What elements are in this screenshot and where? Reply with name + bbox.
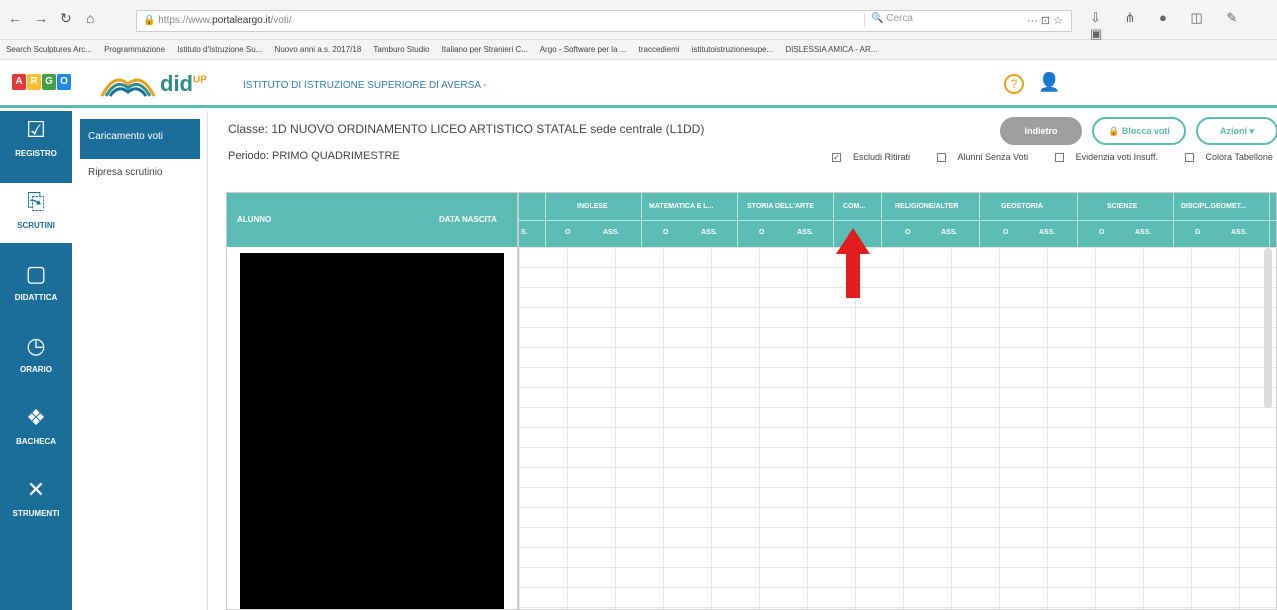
- subject-header[interactable]: MATEMATICA E L...: [649, 203, 713, 210]
- lock-icon: 🔒: [143, 15, 159, 26]
- main-sidebar: ☑ REGISTRO ⎘ SCRUTINI ▢ DIDATTICA ◷ ORAR…: [0, 111, 72, 610]
- subject-header[interactable]: STORIA DELL'ARTE: [747, 203, 814, 210]
- forward-icon[interactable]: →: [34, 10, 48, 26]
- tools-icon: ✕: [26, 477, 46, 502]
- app-name: didUP: [160, 71, 207, 96]
- help-icon[interactable]: ?: [1004, 74, 1024, 94]
- home-icon[interactable]: ⌂: [86, 10, 94, 26]
- subject-header[interactable]: DISCIPL.GEOMET...: [1181, 203, 1246, 210]
- toolbar-extension-icons[interactable]: ⇩ ⋔ ● ◫ ✎ ▣: [1090, 10, 1277, 42]
- sidebar-item-registro[interactable]: ☑ REGISTRO: [0, 111, 72, 171]
- bulletin-icon: ❖: [26, 405, 46, 430]
- table-header-left: ALUNNO DATA NASCITA: [227, 193, 517, 247]
- red-arrow-annotation: [836, 228, 870, 298]
- browser-toolbar: ← → ↻ ⌂ 🔒 https://www.portaleargo.it/vot…: [0, 0, 1277, 42]
- school-name: ISTITUTO DI ISTRUZIONE SUPERIORE DI AVER…: [243, 80, 487, 91]
- document-icon: ⎘: [27, 189, 45, 214]
- bookmark[interactable]: Italiano per Stranieri C...: [442, 45, 528, 54]
- didup-logo: didUP: [100, 68, 207, 100]
- sidebar-item-scrutini[interactable]: ⎘ SCRUTINI: [0, 183, 72, 243]
- bookmark[interactable]: Programmazione: [104, 45, 165, 54]
- column-header-data-nascita[interactable]: DATA NASCITA: [439, 215, 497, 224]
- user-icon[interactable]: 👤: [1038, 72, 1060, 93]
- bookmark[interactable]: Istituto d'Istruzione Su...: [177, 45, 262, 54]
- grades-grid-body[interactable]: [519, 247, 1276, 609]
- bookmark[interactable]: DISLESSIA AMICA - AR...: [785, 45, 877, 54]
- column-header-alunno[interactable]: ALUNNO: [237, 215, 271, 224]
- checkbox-evidenzia-insuff[interactable]: Evidenzia voti Insuff.: [1054, 152, 1170, 163]
- sidebar-item-bacheca[interactable]: ❖ BACHECA: [0, 399, 72, 459]
- scrutini-subnav: Caricamento voti Ripresa scrutinio: [72, 111, 208, 610]
- bookmark[interactable]: Tamburo Studio: [373, 45, 429, 54]
- table-header-subjects: S. INGLESE MATEMATICA E L... STORIA DELL…: [519, 193, 1276, 247]
- sidebar-item-strumenti[interactable]: ✕ STRUMENTI: [0, 471, 72, 531]
- lock-grades-button[interactable]: 🔒 Blocca voti: [1092, 117, 1186, 145]
- class-info: Classe: 1D NUOVO ORDINAMENTO LICEO ARTIS…: [228, 122, 705, 136]
- reload-icon[interactable]: ↻: [60, 10, 72, 27]
- grades-table: ALUNNO DATA NASCITA S. INGLESE MATEMATIC…: [226, 192, 1277, 610]
- subnav-item-ripresa-scrutinio[interactable]: Ripresa scrutinio: [88, 167, 162, 178]
- browser-search-input[interactable]: 🔍 Cerca: [864, 13, 1070, 27]
- bookmarks-bar: Search Sculptures Arc... Programmazione …: [0, 40, 1277, 60]
- period-info: Periodo: PRIMO QUADRIMESTRE: [228, 150, 400, 162]
- checklist-icon: ☑: [26, 117, 46, 142]
- checkbox-colora-tabellone[interactable]: Colora Tabellone: [1184, 152, 1277, 163]
- back-icon[interactable]: ←: [8, 10, 22, 26]
- sidebar-item-didattica[interactable]: ▢ DIDATTICA: [0, 255, 72, 315]
- checkbox-alunni-senza-voti[interactable]: Alunni Senza Voti: [936, 152, 1041, 163]
- bookmark[interactable]: Nuovo anni a.s. 2017/18: [275, 45, 362, 54]
- checkbox-escludi-ritirati[interactable]: ✓ Escludi Ritirati: [832, 152, 922, 163]
- redacted-student-list: [240, 253, 504, 609]
- subject-header[interactable]: COM...: [843, 203, 865, 210]
- bookmark[interactable]: istitutoistruzionesupe...: [692, 45, 773, 54]
- subject-header[interactable]: GEOSTORIA: [1001, 203, 1043, 210]
- sidebar-item-orario[interactable]: ◷ ORARIO: [0, 327, 72, 387]
- didup-waves-icon: [100, 78, 156, 97]
- vertical-scrollbar[interactable]: [1264, 248, 1272, 408]
- argo-logo: A R G O: [12, 74, 71, 90]
- filter-checkboxes: ✓ Escludi Ritirati Alunni Senza Voti Evid…: [832, 152, 1277, 163]
- clock-icon: ◷: [26, 333, 46, 358]
- back-button[interactable]: Indietro: [1000, 117, 1082, 145]
- subnav-item-caricamento-voti[interactable]: Caricamento voti: [80, 119, 200, 159]
- bookmark[interactable]: Search Sculptures Arc...: [6, 45, 92, 54]
- bookmark[interactable]: Argo - Software per la ...: [540, 45, 627, 54]
- subject-header[interactable]: RELIGIONE/ALTER: [895, 203, 958, 210]
- subject-header[interactable]: SCIENZE: [1107, 203, 1137, 210]
- book-icon: ▢: [25, 261, 47, 286]
- subject-header[interactable]: INGLESE: [577, 203, 608, 210]
- actions-dropdown[interactable]: Azioni ▾: [1196, 117, 1277, 145]
- bookmark[interactable]: traccediemi: [639, 45, 680, 54]
- app-header: A R G O didUP ISTITUTO DI ISTRUZIONE SUP…: [0, 60, 1277, 108]
